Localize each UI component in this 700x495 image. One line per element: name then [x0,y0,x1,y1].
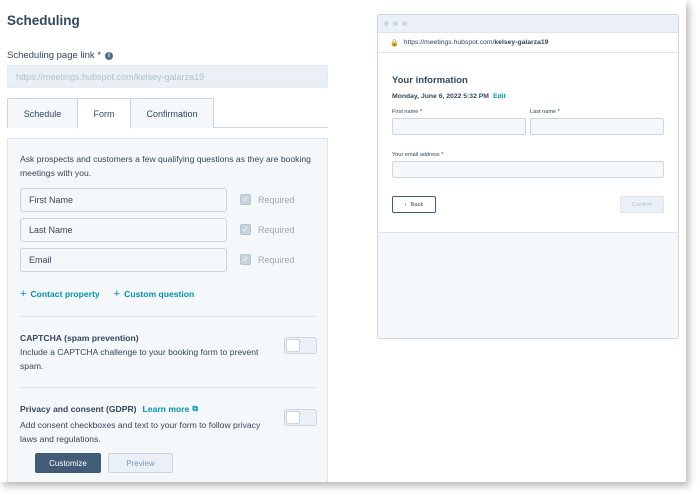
email-required[interactable]: ✓ Required [240,254,295,265]
preview-first-name-label: First name * [392,109,423,115]
window-dot-icon [393,21,398,26]
preview-url-prefix: https://meetings.hubspot.com/ [403,39,495,46]
add-contact-property-label: Contact property [30,289,100,299]
scheduling-link-input[interactable]: https://meetings.hubspot.com/kelsey-gala… [7,65,328,88]
preview-confirm-button[interactable]: Confirm [620,196,664,213]
first-name-required[interactable]: ✓ Required [240,194,295,205]
plus-icon: + [20,288,27,300]
preview-last-name-label: Last name * [530,109,560,115]
preview-email-label: Your email address * [392,152,444,158]
gdpr-title: Privacy and consent (GDPR) [20,404,137,414]
add-contact-property-link[interactable]: + Contact property [20,288,100,300]
window-dot-icon [402,21,407,26]
form-settings-panel: Ask prospects and customers a few qualif… [7,138,328,482]
customize-button[interactable]: Customize [35,453,101,473]
learn-more-link[interactable]: Learn more ⧉ [143,404,199,414]
captcha-title: CAPTCHA (spam prevention) [20,333,139,343]
tab-schedule[interactable]: Schedule [7,98,78,128]
info-icon[interactable]: i [105,51,114,60]
window-dot-icon [384,21,389,26]
page-title: Scheduling [7,13,80,28]
preview-back-label: Back [410,201,424,208]
add-custom-question-label: Custom question [124,289,195,299]
captcha-description: Include a CAPTCHA challenge to your book… [20,347,259,371]
divider [20,316,316,317]
checkmark-icon[interactable]: ✓ [240,224,251,235]
checkmark-icon[interactable]: ✓ [240,194,251,205]
checkmark-icon[interactable]: ✓ [240,254,251,265]
add-custom-question-link[interactable]: + Custom question [114,288,195,300]
preview-title: Your information [392,75,468,86]
first-name-field[interactable]: First Name [20,188,227,212]
preview-date: Monday, June 6, 2022 5:32 PM [392,93,489,100]
external-link-icon: ⧉ [192,404,199,413]
lock-icon: 🔒 [390,39,399,47]
chevron-left-icon: ‹ [404,201,407,208]
gdpr-title-row: Privacy and consent (GDPR) Learn more ⧉ [20,404,198,414]
preview-url-slug: kelsey-galarza19 [494,39,549,46]
preview-url-bar: 🔒 https://meetings.hubspot.com/kelsey-ga… [378,33,678,53]
tab-confirmation[interactable]: Confirmation [130,98,214,128]
tab-bar: Schedule Form Confirmation [7,98,328,129]
preview-button[interactable]: Preview [108,453,173,473]
preview-date-row: Monday, June 6, 2022 5:32 PM Edit [392,93,506,100]
booking-page-preview: 🔒 https://meetings.hubspot.com/kelsey-ga… [377,14,679,339]
preview-first-name-input[interactable] [392,118,526,135]
preview-form: Your information Monday, June 6, 2022 5:… [378,53,678,233]
scheduling-link-label-text: Scheduling page link * [7,50,102,61]
add-field-links: + Contact property + Custom question [20,288,194,300]
scheduling-settings-window: Scheduling Scheduling page link * i http… [0,0,686,482]
form-intro-text: Ask prospects and customers a few qualif… [20,154,311,178]
preview-url: https://meetings.hubspot.com/kelsey-gala… [404,39,549,46]
scheduling-link-label: Scheduling page link * i [7,50,114,61]
preview-last-name-input[interactable] [530,118,664,135]
required-label: Required [258,254,295,265]
preview-email-input[interactable] [392,161,664,178]
last-name-field[interactable]: Last Name [20,218,227,242]
toggle-knob [286,339,300,352]
learn-more-label: Learn more [142,404,190,414]
required-label: Required [258,224,295,235]
email-field[interactable]: Email [20,248,227,272]
gdpr-toggle[interactable] [284,409,317,426]
preview-back-button[interactable]: ‹ Back [392,196,436,213]
preview-edit-link[interactable]: Edit [493,93,506,100]
last-name-required[interactable]: ✓ Required [240,224,295,235]
divider [20,387,316,388]
toggle-knob [286,411,300,424]
browser-chrome [378,15,678,33]
plus-icon: + [113,288,121,300]
tab-form[interactable]: Form [77,98,131,129]
required-label: Required [258,194,295,205]
gdpr-description: Add consent checkboxes and text to your … [20,420,261,444]
captcha-toggle[interactable] [284,337,317,354]
